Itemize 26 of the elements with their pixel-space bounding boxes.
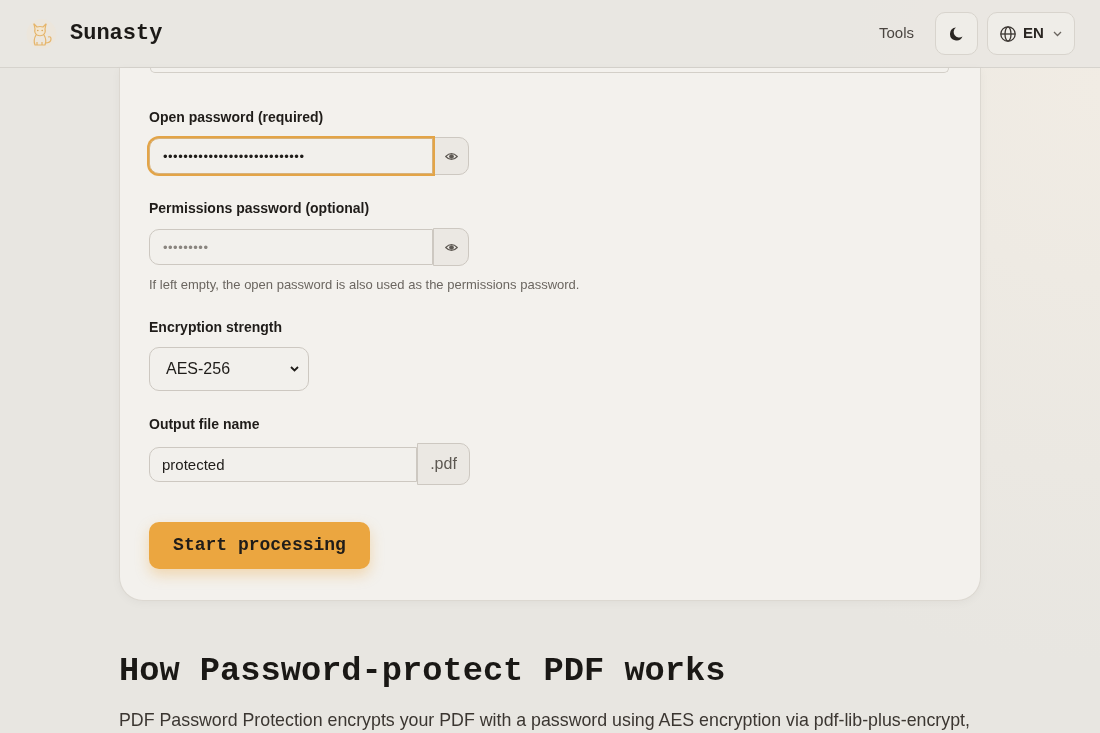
nav-link[interactable]: Tools [878,22,914,45]
show-password-button[interactable] [433,228,469,266]
chevron-down-icon [1052,30,1062,37]
password-field[interactable]: ••••••••• [149,229,433,265]
language-selector[interactable]: EN [987,12,1075,55]
start-processing-button[interactable]: Start processing [149,522,370,569]
file-name-field[interactable]: protected [149,446,417,482]
field-label: Permissions password (optional) [149,199,371,218]
field-label: Encryption strength [149,318,283,337]
section-paragraph: PDF Password Protection encrypts your PDF with a password using AES encryption via pdf-lib-plus-encrypt, [119,710,971,731]
section-heading: How Password-protect PDF works [119,651,727,691]
cat-logo-icon [26,17,57,50]
chevron-down-icon [290,366,299,372]
moon-icon [950,26,963,41]
password-field[interactable]: •••••••••••••••••••••••••••• [149,138,433,174]
helper-text: If left empty, the open password is also used as the permissions password. [149,276,581,294]
eye-icon [444,242,458,252]
globe-icon [1000,25,1016,42]
field-label: Open password (required) [149,108,325,127]
theme-toggle-button[interactable] [935,12,978,55]
eye-icon [444,151,458,161]
encryption-select[interactable]: AES-256 [149,347,309,391]
field-label: Output file name [149,415,261,434]
show-password-button[interactable] [433,137,469,175]
brand-name[interactable]: Sunasty [70,22,163,45]
file-extension-suffix: .pdf [417,443,470,485]
